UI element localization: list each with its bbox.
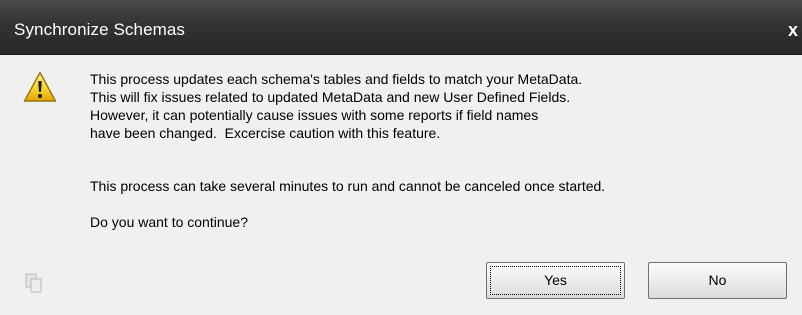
no-button[interactable]: No [648, 262, 787, 299]
confirmation-question: Do you want to continue? [90, 214, 248, 230]
message-paragraph-1: This process updates each schema's table… [90, 71, 583, 141]
dialog-title: Synchronize Schemas [14, 20, 186, 39]
synchronize-schemas-dialog: Synchronize Schemas x This process updat… [0, 0, 802, 315]
close-icon[interactable]: x [788, 20, 802, 40]
copy-icon[interactable] [25, 273, 43, 293]
no-button-label: No [708, 272, 727, 288]
message-paragraph-2: This process can take several minutes to… [90, 178, 606, 194]
warning-icon [23, 71, 57, 102]
title-bar[interactable]: Synchronize Schemas x [0, 0, 802, 55]
dialog-body: This process updates each schema's table… [0, 55, 802, 315]
yes-button-label: Yes [544, 272, 567, 288]
yes-button[interactable]: Yes [486, 262, 625, 299]
